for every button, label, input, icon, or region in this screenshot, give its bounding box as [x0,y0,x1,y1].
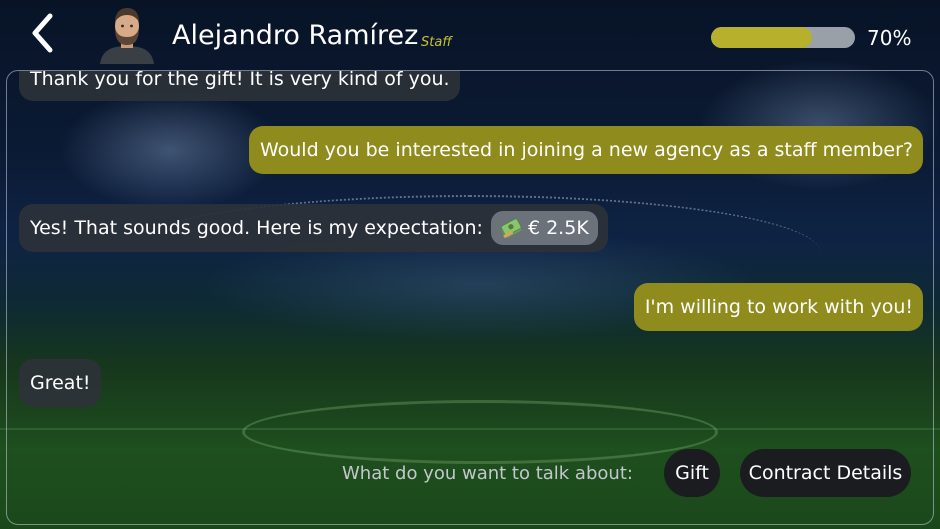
contact-role: Staff [421,35,452,50]
relationship-progress-fill [711,27,812,48]
relationship-progress-label: 70% [867,26,912,50]
back-button[interactable] [22,10,62,56]
contract-details-button[interactable]: Contract Details [740,449,911,497]
topic-prompt: What do you want to talk about: [342,463,633,484]
expectation-amount: € 2.5K [527,217,589,239]
player-message: Would you be interested in joining a new… [248,126,923,174]
avatar [96,2,158,64]
message-text: Thank you for the gift! It is very kind … [30,70,450,90]
conversation-screen: Alejandro Ramírez Staff 70% Thank you fo… [0,0,940,529]
message-text: Yes! That sounds good. Here is my expect… [30,217,483,239]
chevron-left-icon [32,13,53,53]
message-text: Great! [30,372,91,394]
npc-message: Thank you for the gift! It is very kind … [19,70,460,101]
npc-message: Great! [19,359,101,407]
person-avatar-icon [100,8,154,64]
npc-message: Yes! That sounds good. Here is my expect… [19,204,608,252]
money-icon [500,218,522,238]
message-text: Would you be interested in joining a new… [259,139,913,161]
contact-name: Alejandro Ramírez [172,20,419,51]
salary-expectation-chip: € 2.5K [490,211,598,245]
header-bar: Alejandro Ramírez Staff 70% [0,0,940,70]
message-text: I'm willing to work with you! [644,296,913,318]
player-message: I'm willing to work with you! [633,283,923,331]
gift-button[interactable]: Gift [664,449,720,497]
relationship-progress-bar [711,27,855,48]
